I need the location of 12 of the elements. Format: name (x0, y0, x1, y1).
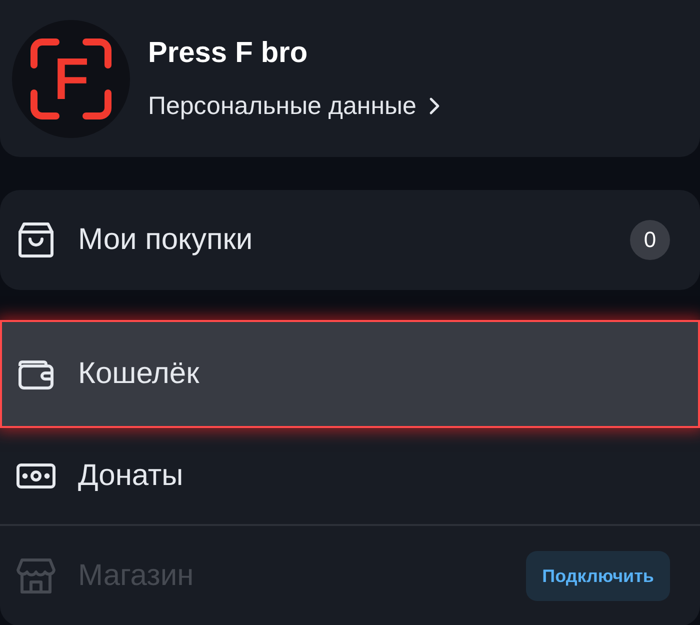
menu-item[interactable]: Донаты (0, 428, 700, 524)
avatar-letter: F (54, 54, 88, 104)
menu-item[interactable]: Мои покупки 0 (0, 190, 700, 290)
personal-data-link[interactable]: Персональные данные (148, 92, 440, 120)
shop-icon (16, 556, 56, 596)
count-badge: 0 (630, 220, 670, 260)
selected-menu-item[interactable]: Кошелёк (0, 320, 700, 428)
chevron-right-icon (428, 97, 440, 115)
shopping-bag-icon (16, 220, 56, 260)
user-name: Press F bro (148, 36, 309, 70)
money-bill-icon (16, 461, 56, 491)
frame-corners-icon (30, 38, 112, 120)
